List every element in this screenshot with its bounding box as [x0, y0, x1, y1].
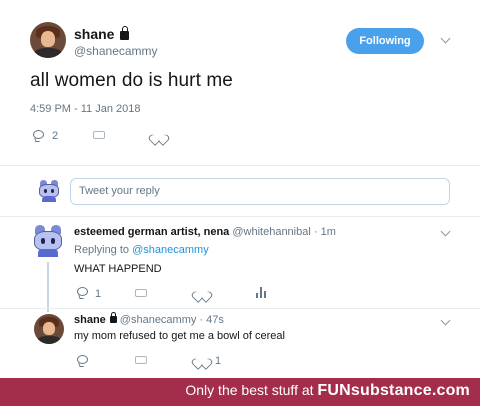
- replying-to-link[interactable]: @shanecammy: [132, 244, 209, 256]
- analytics-bar: [256, 293, 258, 298]
- reply-count: 2: [52, 130, 59, 142]
- tweet-timestamp[interactable]: 4:59 PM - 11 Jan 2018: [30, 103, 140, 115]
- analytics-bar: [264, 291, 266, 298]
- avatar-head: [33, 231, 63, 251]
- reply-icon[interactable]: [33, 130, 44, 139]
- avatar-face: [43, 321, 55, 335]
- lock-icon: [109, 312, 117, 323]
- analytics-bar: [260, 287, 262, 298]
- avatar-eye: [50, 238, 56, 244]
- chevron-down-icon[interactable]: [440, 33, 451, 44]
- reply-author-name: esteemed german artist, nena: [74, 226, 230, 238]
- heart-icon[interactable]: [196, 287, 207, 297]
- avatar-shirt: [33, 47, 63, 58]
- reply-author-name: shane: [74, 314, 106, 326]
- avatar-face: [40, 31, 56, 48]
- reply-author-handle: @whitehannibal · 1m: [232, 226, 336, 238]
- author-name[interactable]: shane: [74, 26, 130, 42]
- reply-icon[interactable]: [77, 355, 88, 364]
- author-handle[interactable]: @shanecammy: [74, 44, 158, 58]
- watermark-banner: Only the best stuff at FUNsubstance.com: [0, 378, 480, 406]
- avatar-shirt: [37, 335, 61, 344]
- author-name-text: shane: [74, 26, 115, 42]
- heart-icon[interactable]: [196, 354, 207, 364]
- replying-to-prefix: Replying to: [74, 244, 130, 256]
- retweet-icon[interactable]: [135, 356, 147, 364]
- avatar-eye: [40, 238, 46, 244]
- user-avatar: [38, 180, 60, 202]
- reply-input[interactable]: Tweet your reply: [70, 178, 450, 205]
- heart-icon[interactable]: [153, 130, 164, 140]
- chevron-down-icon[interactable]: [440, 226, 451, 237]
- watermark-brand: FUNsubstance.com: [317, 382, 470, 399]
- tweet-text: all women do is hurt me: [30, 70, 233, 91]
- reply-count: 1: [95, 288, 102, 300]
- thread-line: [47, 262, 49, 312]
- tweet-card: shane @shanecammy Following all women do…: [0, 0, 480, 378]
- divider: [0, 165, 480, 166]
- avatar-eye: [50, 189, 54, 193]
- watermark-text: Only the best stuff at FUNsubstance.com: [185, 382, 470, 400]
- analytics-icon[interactable]: [256, 287, 266, 298]
- divider: [0, 216, 480, 217]
- avatar-body: [42, 196, 56, 202]
- reply-icon[interactable]: [77, 287, 88, 296]
- chevron-down-icon[interactable]: [440, 315, 451, 326]
- retweet-icon[interactable]: [135, 289, 147, 297]
- retweet-icon[interactable]: [93, 131, 105, 139]
- following-button[interactable]: Following: [346, 28, 424, 54]
- reply-avatar[interactable]: [34, 314, 64, 344]
- reply-author[interactable]: esteemed german artist, nena @whitehanni…: [74, 226, 336, 238]
- reply-author[interactable]: shane @shanecammy · 47s: [74, 312, 224, 326]
- replying-to: Replying to @shanecammy: [74, 244, 209, 256]
- reply-avatar[interactable]: [32, 225, 64, 257]
- divider: [0, 308, 480, 309]
- avatar[interactable]: [30, 22, 66, 58]
- reply-author-handle: @shanecammy · 47s: [119, 314, 224, 326]
- reply-text: my mom refused to get me a bowl of cerea…: [74, 330, 285, 342]
- avatar-body: [38, 248, 58, 257]
- lock-icon: [120, 26, 130, 40]
- reply-text: WHAT HAPPEND: [74, 263, 162, 275]
- like-count: 1: [215, 355, 222, 367]
- watermark-prefix: Only the best stuff at: [185, 382, 318, 398]
